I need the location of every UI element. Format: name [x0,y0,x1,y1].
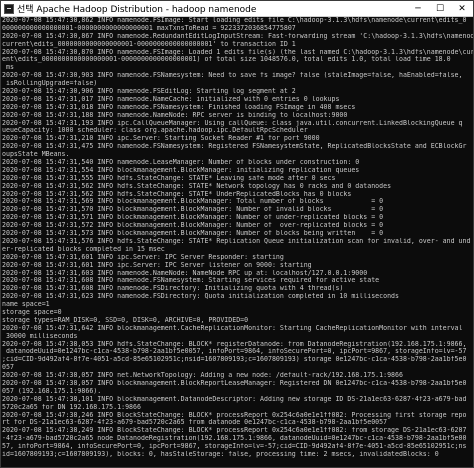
console-line: 2020-07-08 15:47:31,554 INFO blockmanage… [2,166,360,174]
cmd-icon [4,3,14,14]
console-line: 2020-07-08 15:47:31,572 INFO blockmanage… [2,222,384,230]
console-line: 2020-07-08 15:47:38,246 INFO BlockStateC… [2,411,467,419]
console-line: 2020-07-08 15:47:31,576 INFO hdfs.StateC… [2,237,471,245]
console-line: 2020-07-08 15:47:31,603 INFO namenode.Na… [2,269,368,277]
console-line: 2020-07-08 15:47:38,057 INFO net.Network… [2,372,403,380]
console-line: 2020-07-08 15:47:31,562 INFO hdfs.StateC… [2,190,352,198]
console-line: 2020-07-08 15:47:31,570 INFO blockmanage… [2,206,384,214]
console-line: 2020-07-08 15:47:31,601 INFO ipc.Server:… [2,261,312,269]
console-line: datanodeUuid=0e1247bc-c1ca-4538-b798-2aa… [2,348,467,356]
console-line: storage space=0 [2,308,62,316]
console-line: 2020-07-08 15:47:31,210 INFO ipc.Server:… [2,135,320,143]
console-line: 2020-07-08 15:47:31,188 INFO namenode.Na… [2,111,348,119]
console-line: 057 [2,364,14,372]
console-line: 2020-07-08 15:47:31,193 INFO ipc.CallQue… [2,119,463,127]
console-line: 2020-07-08 15:47:31,601 INFO ipc.Server:… [2,253,284,261]
minimize-button[interactable]: ─ [407,1,429,16]
console-line: id=1607809193;c=1607809193), blocks: 0, … [2,450,439,458]
console-line: 2020-07-08 15:47:31,623 INFO namenode.FS… [2,293,399,301]
console-line: storage types=RAM_DISK=0, SSD=0, DISK=0,… [2,316,249,324]
console-line: 057 (192.168.175.1:9866). [2,387,102,395]
console-line: 2020-07-08 15:47:31,562 INFO hdfs.StateC… [2,182,392,190]
console-line: er-replicated blocks completed in 15 mse… [2,245,165,253]
console-line: ;cid=CID-9d492af4-8f7e-4051-a5cd-85e6510… [2,356,467,364]
console-line: name space=1 [2,301,50,309]
console-line: ueueCapacity: 1000 scheduler: class org.… [2,127,308,135]
title-bar[interactable]: 선택 Apache Hadoop Distribution - hadoop n… [1,1,473,17]
console-line: 2020-07-08 15:47:31,608 INFO namenode.FS… [2,277,380,285]
console-line: 2020-07-08 15:47:38,057 INFO blockmanage… [2,379,467,387]
console-line: 2020-07-08 15:47:31,608 INFO namenode.FS… [2,285,344,293]
console-line: 2020-07-08 15:47:31,475 INFO namenode.FS… [2,143,467,151]
console-line: 000000000000000001-0000000000000000001 m… [2,24,296,32]
console-line: ent\edits_0000000000000000001-0000000000… [2,56,451,64]
maximize-button[interactable]: ☐ [429,1,451,16]
console-line: -4f23-a679-bad5720c2a65 node DatanodeReg… [2,435,467,443]
console-line: current\edits_0000000000000000001-000000… [2,40,296,48]
console-line: 2020-07-08 15:47:31,017 INFO namenode.Na… [2,95,340,103]
console-line: 2020-07-08 15:47:31,018 INFO namenode.FS… [2,103,356,111]
console-line: 5720c2a65 for DN 192.168.175.1:9866 [2,403,141,411]
console-line: isRollingUpgrade=false) [2,80,98,88]
console-line: ms [2,64,14,72]
console-line: 2020-07-08 15:47:31,642 INFO blockmanage… [2,324,463,332]
window-controls: ─ ☐ ✕ [407,1,473,16]
window-title: 선택 Apache Hadoop Distribution - hadoop n… [17,5,257,15]
console-line: 2020-07-08 15:47:38,249 INFO BlockStateC… [2,427,467,435]
console-line: 2020-07-08 15:47:31,573 INFO blockmanage… [2,230,384,238]
console-line: 2020-07-08 15:47:38,053 INFO hdfs.StateC… [2,340,467,348]
console-window: 선택 Apache Hadoop Distribution - hadoop n… [0,0,474,468]
console-line: 2020-07-08 15:47:31,571 INFO blockmanage… [2,214,384,222]
console-line: 2020-07-08 15:47:30,903 INFO namenode.FS… [2,72,463,80]
console-line: 2020-07-08 15:47:31,555 INFO hdfs.StateC… [2,174,336,182]
close-button[interactable]: ✕ [451,1,473,16]
console-line: 2020-07-08 15:47:30,870 INFO namenode.FS… [2,48,473,56]
console-line: 2020-07-08 15:47:31,569 INFO blockmanage… [2,198,384,206]
console-output[interactable]: 2020-07-08 15:47:30,862 INFO namenode.FS… [1,17,473,467]
console-line: 2020-07-08 15:47:38,101 INFO blockmanage… [2,395,467,403]
console-line: 2020-07-08 15:47:30,906 INFO namenode.FS… [2,88,296,96]
console-line: 2020-07-08 15:47:30,867 INFO namenode.Re… [2,32,473,40]
console-line: 2020-07-08 15:47:30,862 INFO namenode.FS… [2,17,467,24]
console-line: 2020-07-08 15:47:31,540 INFO namenode.Le… [2,159,360,167]
console-line: 57, infoPort=9864, infoSecurePort=0, ipc… [2,443,467,451]
console-line: 30000 milliseconds [2,332,78,340]
console-line: rt for DS-21a1ec63-6287-4f23-a679-bad572… [2,419,388,427]
console-line: oupsState MBeans. [2,151,70,159]
